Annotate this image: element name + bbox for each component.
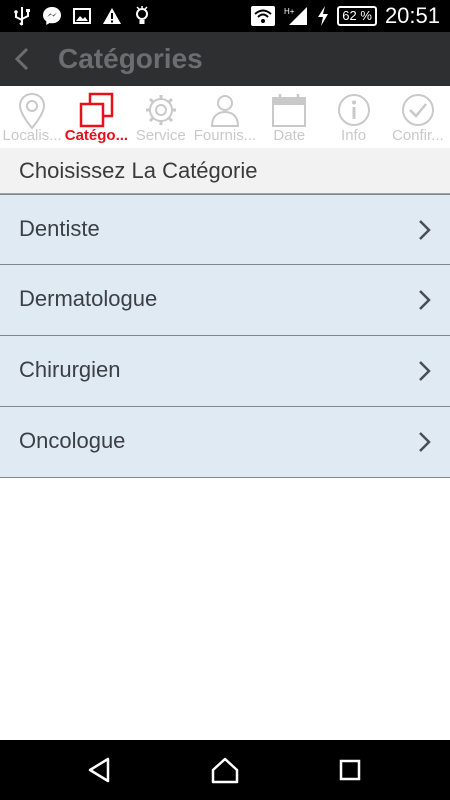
step-label: Fournis...	[193, 127, 257, 144]
page-title: Catégories	[58, 43, 203, 74]
category-item-dermatologue[interactable]: Dermatologue	[0, 265, 450, 336]
image-icon	[72, 6, 92, 26]
location-pin-icon	[19, 92, 46, 130]
person-icon	[210, 95, 239, 127]
step-label: Localis...	[2, 127, 62, 144]
back-button[interactable]	[0, 32, 44, 86]
usb-icon	[12, 6, 32, 26]
system-navigation-bar	[0, 740, 450, 800]
nav-recents-button[interactable]	[334, 754, 366, 786]
wifi-icon	[251, 6, 276, 26]
category-label: Oncologue	[19, 428, 126, 453]
step-confirmation[interactable]: Confir...	[386, 86, 450, 148]
info-icon	[337, 94, 370, 126]
charging-icon	[317, 6, 329, 26]
category-label: Dentiste	[19, 216, 100, 241]
category-item-chirurgien[interactable]: Chirurgien	[0, 336, 450, 407]
section-title: Choisissez La Catégorie	[19, 158, 258, 183]
chevron-left-icon	[14, 47, 29, 71]
warning-icon	[102, 6, 122, 26]
step-label: Catégo...	[64, 127, 129, 144]
step-progress-bar: Localis... Catégo... Service Fournis... …	[0, 86, 450, 148]
back-triangle-icon	[88, 757, 110, 783]
category-item-oncologue[interactable]: Oncologue	[0, 407, 450, 478]
step-label: Date	[273, 127, 306, 144]
battery-level: 62 %	[337, 6, 377, 26]
categories-squares-icon	[80, 92, 114, 128]
chevron-right-icon	[419, 361, 431, 381]
step-categories[interactable]: Catégo...	[64, 86, 128, 148]
nav-home-button[interactable]	[209, 754, 241, 786]
messenger-icon	[42, 6, 62, 26]
nav-back-button[interactable]	[84, 754, 116, 786]
step-label: Confir...	[391, 127, 444, 144]
section-header: Choisissez La Catégorie	[0, 148, 450, 194]
app-bar: Catégories	[0, 32, 450, 86]
bulb-icon	[132, 6, 152, 26]
category-label: Chirurgien	[19, 357, 121, 382]
recents-square-icon	[339, 759, 361, 781]
network-type-label: H+	[284, 7, 295, 16]
category-list: Dentiste Dermatologue Chirurgien Oncolog…	[0, 194, 450, 478]
signal-icon: H+	[283, 6, 309, 26]
step-service[interactable]: Service	[129, 86, 193, 148]
step-localisation[interactable]: Localis...	[0, 86, 64, 148]
chevron-right-icon	[419, 220, 431, 240]
chevron-right-icon	[419, 432, 431, 452]
step-info[interactable]: Info	[321, 86, 385, 148]
calendar-icon	[272, 94, 307, 127]
step-date[interactable]: Date	[257, 86, 321, 148]
step-label: Service	[135, 127, 186, 144]
chevron-right-icon	[419, 290, 431, 310]
category-label: Dermatologue	[19, 286, 158, 311]
gear-icon	[145, 95, 176, 125]
category-item-dentiste[interactable]: Dentiste	[0, 194, 450, 265]
clock: 20:51	[384, 3, 440, 28]
status-bar: H+ 62 % 20:51	[0, 0, 450, 32]
checkmark-circle-icon	[401, 94, 434, 126]
step-fournisseur[interactable]: Fournis...	[193, 86, 257, 148]
home-icon	[211, 757, 239, 784]
step-label: Info	[341, 127, 367, 144]
